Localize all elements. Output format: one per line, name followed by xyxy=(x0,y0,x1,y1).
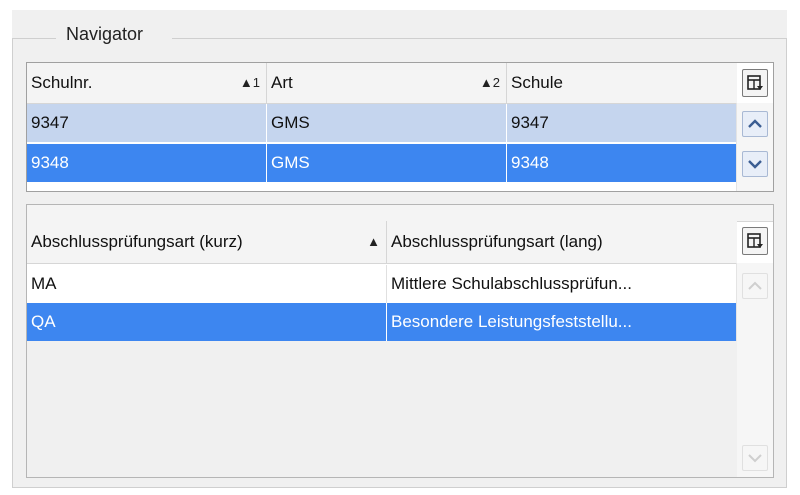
cell-art: GMS xyxy=(267,144,507,182)
cell-art: GMS xyxy=(267,104,507,142)
navigator-group: Navigator Schulnr. ▲1 Art ▲2 Schule 9347… xyxy=(12,10,787,488)
cell-schule: 9347 xyxy=(511,113,549,132)
column-header-label: Art xyxy=(271,73,293,92)
legend-line-left xyxy=(12,38,56,39)
column-chooser-button[interactable] xyxy=(742,227,768,255)
legend-line-right xyxy=(172,38,787,39)
cell-schulnr: 9348 xyxy=(27,144,267,182)
exam-scrollbar[interactable] xyxy=(736,263,773,477)
column-header-label: Abschlussprüfungsart (kurz) xyxy=(31,232,243,251)
arrow-up-icon xyxy=(748,281,762,290)
cell-schulnr: 9347 xyxy=(27,104,267,142)
table-row-selected[interactable]: QA Besondere Leistungsfeststellu... xyxy=(27,303,737,341)
column-chooser-button[interactable] xyxy=(742,69,768,97)
column-header-lang[interactable]: Abschlussprüfungsart (lang) xyxy=(387,221,737,263)
arrow-down-icon xyxy=(748,454,762,463)
grid-group-panel xyxy=(27,205,773,222)
cell-lang: Mittlere Schulabschlussprüfun... xyxy=(391,274,632,293)
cell-lang: Besondere Leistungsfeststellu... xyxy=(391,312,632,331)
column-header-schulnr[interactable]: Schulnr. ▲1 xyxy=(27,63,267,103)
column-chooser-icon xyxy=(747,75,763,90)
column-header-label: Abschlussprüfungsart (lang) xyxy=(391,232,603,251)
arrow-down-icon xyxy=(748,160,762,169)
schools-grid[interactable]: Schulnr. ▲1 Art ▲2 Schule 9347 GMS 9347 xyxy=(26,62,774,192)
empty-grid-area xyxy=(27,341,737,477)
table-row-selected[interactable]: 9348 GMS 9348 xyxy=(27,144,737,182)
cell-kurz: MA xyxy=(27,265,387,303)
table-row[interactable]: 9347 GMS 9347 xyxy=(27,104,737,142)
table-row[interactable]: MA Mittlere Schulabschlussprüfun... xyxy=(27,265,737,303)
scroll-up-button[interactable] xyxy=(742,111,768,137)
column-header-art[interactable]: Art ▲2 xyxy=(267,63,507,103)
cell-kurz: QA xyxy=(27,303,387,341)
schools-scrollbar[interactable] xyxy=(736,103,773,191)
column-header-kurz[interactable]: Abschlussprüfungsart (kurz) ▲ xyxy=(27,221,387,263)
sort-ascending-indicator: ▲2 xyxy=(479,75,500,90)
sort-ascending-indicator: ▲1 xyxy=(239,75,260,90)
column-chooser-icon xyxy=(747,233,763,248)
scroll-down-button[interactable] xyxy=(742,151,768,177)
sort-ascending-indicator: ▲ xyxy=(367,234,380,249)
exam-types-grid[interactable]: Abschlussprüfungsart (kurz) ▲ Abschlussp… xyxy=(26,204,774,478)
column-header-label: Schulnr. xyxy=(31,73,93,92)
scroll-up-button[interactable] xyxy=(742,273,768,299)
column-header-label: Schule xyxy=(511,73,563,92)
navigator-title: Navigator xyxy=(60,24,150,45)
cell-schule: 9348 xyxy=(511,153,549,172)
schools-grid-header: Schulnr. ▲1 Art ▲2 Schule xyxy=(27,63,737,104)
arrow-up-icon xyxy=(748,119,762,128)
exam-grid-header: Abschlussprüfungsart (kurz) ▲ Abschlussp… xyxy=(27,221,737,264)
scroll-down-button[interactable] xyxy=(742,445,768,471)
column-header-schule[interactable]: Schule xyxy=(507,63,737,103)
